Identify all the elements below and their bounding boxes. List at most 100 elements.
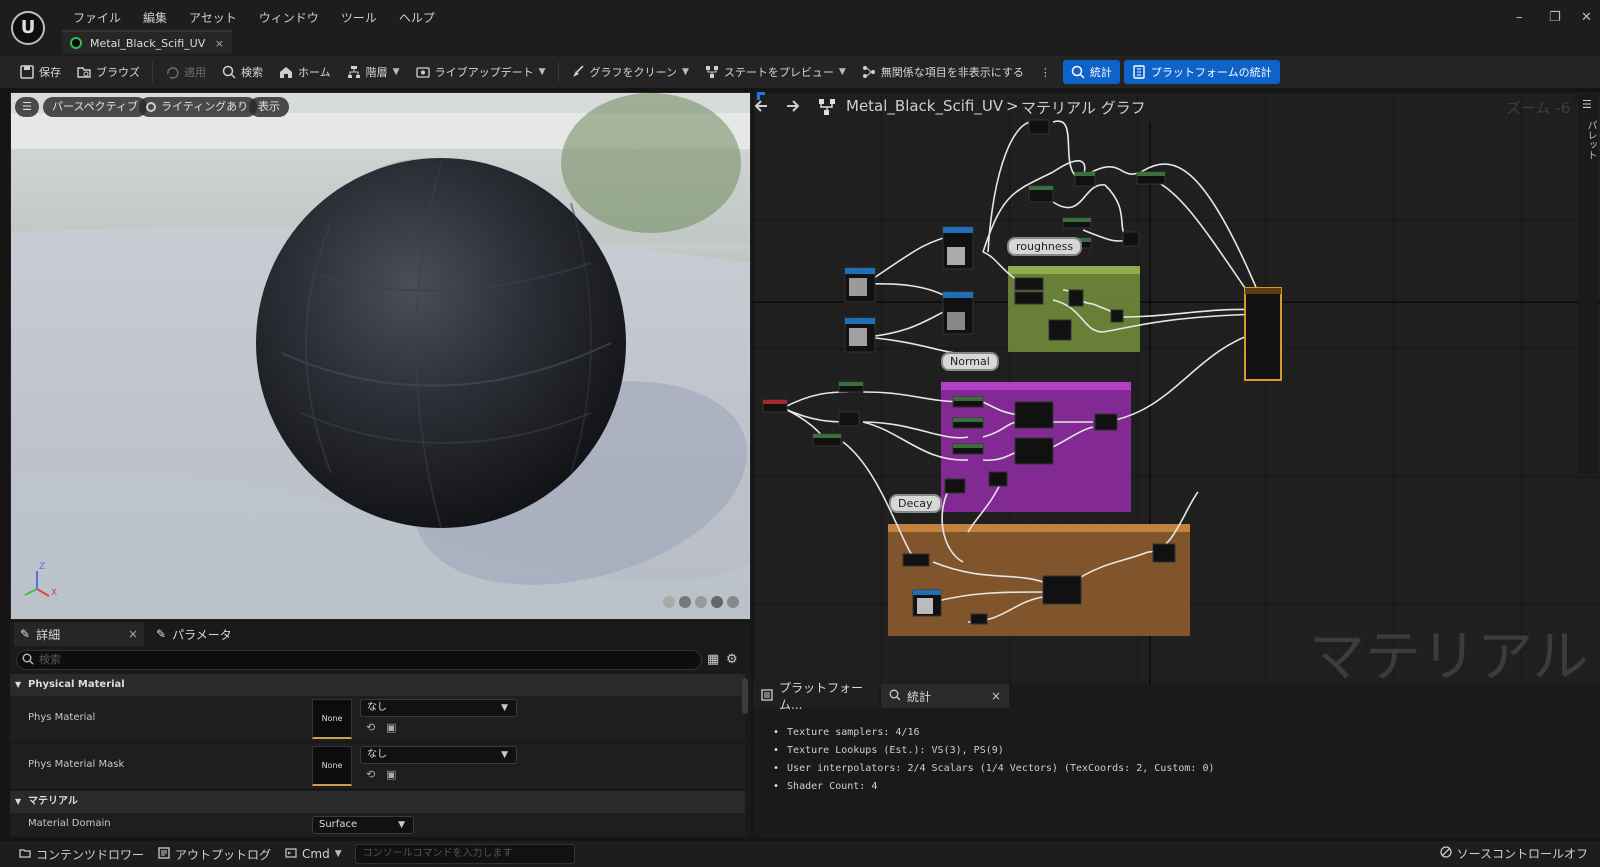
forward-arrow-icon[interactable] <box>783 97 801 118</box>
output-log-button[interactable]: アウトプットログ <box>151 846 278 863</box>
stats-list: Texture samplers: 4/16 Texture Lookups (… <box>773 724 1215 796</box>
menu-file[interactable]: ファイル <box>62 9 132 26</box>
perspective-button[interactable]: パースペクティブ <box>43 97 148 117</box>
phys-material-thumbnail[interactable]: None <box>312 699 352 739</box>
status-bar: コンテンツドロワー アウトプットログ Cmd ▼ コンソールコマンドを入力します… <box>0 841 1600 867</box>
chevron-down-icon: ▼ <box>15 797 22 806</box>
chevron-down-icon: ▼ <box>838 67 846 77</box>
details-scrollbar[interactable] <box>742 678 748 714</box>
list-item: Shader Count: 4 <box>773 778 1215 796</box>
chevron-down-icon: ▼ <box>538 67 546 77</box>
search-button[interactable]: 検索 <box>214 60 271 84</box>
category-material[interactable]: ▼ マテリアル <box>10 791 745 813</box>
stats-icon <box>1071 65 1085 79</box>
menu-tools[interactable]: ツール <box>330 9 388 26</box>
terminal-icon <box>285 847 297 862</box>
breadcrumb-asset[interactable]: Metal_Black_Scifi_UV <box>846 97 1003 115</box>
phys-material-combo[interactable]: なし ▼ <box>360 699 517 717</box>
axis-z-label: Z <box>39 562 46 572</box>
hide-unrelated-button[interactable]: 無関係な項目を非表示にする <box>854 60 1032 84</box>
settings-gear-icon[interactable]: ⚙ <box>726 652 738 667</box>
tab-stats[interactable]: 統計 × <box>881 684 1009 708</box>
tab-parameters[interactable]: ✎ パラメータ <box>150 622 232 646</box>
toolbar-divider <box>557 62 559 82</box>
details-search-input[interactable]: 検索 <box>16 650 702 670</box>
apply-button[interactable]: 適用 <box>157 60 214 84</box>
document-tab[interactable]: Metal_Black_Scifi_UV × <box>62 30 232 54</box>
browse-button[interactable]: ブラウズ <box>69 60 148 84</box>
platform-stats-button[interactable]: プラットフォームの統計 <box>1123 60 1280 84</box>
graph-canvas[interactable] <box>753 92 1600 684</box>
comment-bubble-decay[interactable]: Decay <box>889 494 942 513</box>
comment-bubble-roughness[interactable]: roughness <box>1007 237 1083 256</box>
show-button[interactable]: 表示 <box>249 97 289 117</box>
graph-breadcrumb-bar: Metal_Black_Scifi_UV > マテリアル グラフ ズーム -6 <box>753 92 1600 122</box>
preview-state-button[interactable]: ステートをプレビュー ▼ <box>697 60 854 84</box>
material-domain-combo[interactable]: Surface ▼ <box>312 816 414 834</box>
menu-help[interactable]: ヘルプ <box>388 9 446 26</box>
phys-material-mask-combo[interactable]: なし ▼ <box>360 746 517 764</box>
chevron-down-icon: ▼ <box>334 849 342 859</box>
palette-label[interactable]: パレット <box>1583 120 1598 160</box>
folder-search-icon <box>77 65 91 79</box>
chevron-down-icon: ▼ <box>398 820 405 830</box>
close-tab-icon[interactable]: × <box>215 37 224 50</box>
more-vertical-icon: ⋮ <box>1039 65 1051 79</box>
minimize-button[interactable]: – <box>1516 10 1523 25</box>
restore-button[interactable]: ❐ <box>1549 10 1561 25</box>
axis-x-label: X <box>51 588 58 598</box>
stats-button[interactable]: 統計 <box>1062 60 1120 84</box>
search-icon <box>22 653 34 668</box>
home-button[interactable]: ホーム <box>271 60 339 84</box>
home-icon <box>279 65 293 79</box>
close-window-button[interactable]: ✕ <box>1581 10 1592 25</box>
stats-icon <box>889 689 901 704</box>
source-control-off-icon <box>1439 846 1452 861</box>
comment-box-decay <box>888 524 1190 636</box>
prop-row-phys-material: Phys Material None なし ▼ ⟲ ▣ <box>10 696 745 743</box>
live-update-button[interactable]: ライブアップデート ▼ <box>408 60 554 84</box>
menu-edit[interactable]: 編集 <box>132 9 178 26</box>
menu-asset[interactable]: アセット <box>178 9 248 26</box>
hierarchy-button[interactable]: 階層 ▼ <box>339 60 408 84</box>
cmd-dropdown[interactable]: Cmd ▼ <box>278 847 349 862</box>
preview-viewport[interactable]: ☰ パースペクティブ ライティングあり 表示 Z X <box>10 92 751 620</box>
list-item: User interpolators: 2/4 Scalars (1/4 Vec… <box>773 760 1214 778</box>
chevron-down-icon: ▼ <box>501 703 508 713</box>
unreal-logo[interactable]: U <box>11 11 45 45</box>
menu-window[interactable]: ウィンドウ <box>248 9 330 26</box>
use-selected-icon[interactable]: ⟲ <box>366 769 378 781</box>
palette-list-icon[interactable]: ☰ <box>1582 98 1592 111</box>
source-control-button[interactable]: ソースコントロールオフ <box>1439 845 1588 862</box>
comment-bubble-normal[interactable]: Normal <box>941 352 999 371</box>
browse-asset-icon[interactable]: ▣ <box>386 769 398 781</box>
chevron-down-icon: ▼ <box>681 67 689 77</box>
category-physical-material[interactable]: ▼ Physical Material <box>10 674 745 696</box>
clean-graph-button[interactable]: グラフをクリーン ▼ <box>563 60 697 84</box>
breadcrumb-separator: > <box>1006 97 1019 115</box>
breadcrumb-graph[interactable]: マテリアル グラフ <box>1021 97 1146 118</box>
phys-material-mask-thumbnail[interactable]: None <box>312 746 352 786</box>
lighting-button[interactable]: ライティングあり <box>139 97 258 117</box>
table-view-icon[interactable]: ▦ <box>707 652 719 667</box>
console-input[interactable]: コンソールコマンドを入力します <box>354 844 575 864</box>
chevron-down-icon: ▼ <box>15 680 22 689</box>
material-graph[interactable]: Metal_Black_Scifi_UV > マテリアル グラフ ズーム -6 … <box>753 92 1600 684</box>
chevron-down-icon: ▼ <box>501 750 508 760</box>
more-options-button[interactable]: ⋮ <box>1032 60 1059 84</box>
zoom-level: ズーム -6 <box>1506 99 1571 117</box>
browse-asset-icon[interactable]: ▣ <box>386 722 398 734</box>
tab-platform[interactable]: プラットフォーム... <box>753 681 878 712</box>
content-drawer-button[interactable]: コンテンツドロワー <box>12 846 151 863</box>
use-selected-icon[interactable]: ⟲ <box>366 722 378 734</box>
lit-icon <box>146 102 156 112</box>
prop-row-material-domain: Material Domain Surface ▼ <box>10 813 745 838</box>
viewport-menu-button[interactable]: ☰ <box>15 97 39 117</box>
close-tab-icon[interactable]: × <box>128 627 138 641</box>
details-panel: ✎ 詳細 × ✎ パラメータ 検索 ▦ ⚙ ▼ Physical Materia… <box>10 622 751 838</box>
back-arrow-icon[interactable] <box>753 97 771 119</box>
live-update-icon <box>415 65 430 79</box>
tab-details[interactable]: ✎ 詳細 × <box>14 622 144 646</box>
close-tab-icon[interactable]: × <box>991 689 1001 703</box>
save-button[interactable]: 保存 <box>12 60 69 84</box>
